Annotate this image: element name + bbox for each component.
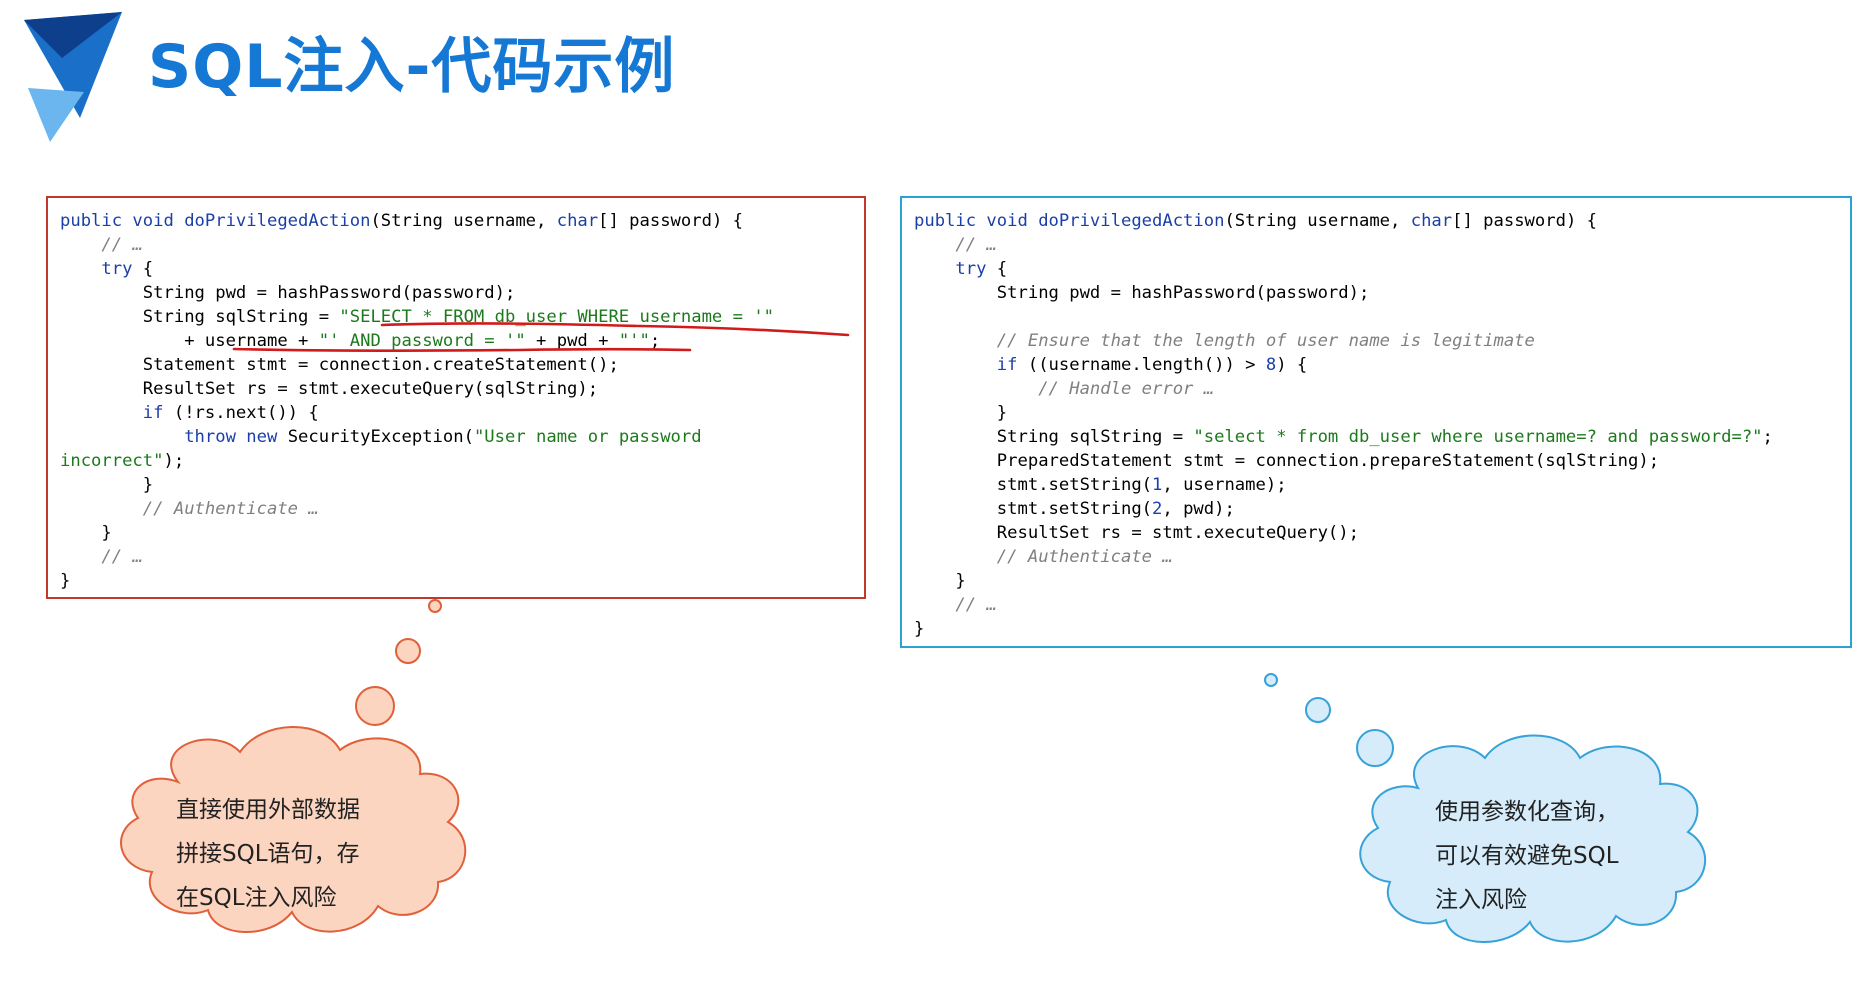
safe-code-panel: public void doPrivilegedAction(String us… bbox=[900, 196, 1852, 648]
safe-code: public void doPrivilegedAction(String us… bbox=[914, 211, 1773, 639]
vulnerable-code-panel: public void doPrivilegedAction(String us… bbox=[46, 196, 866, 599]
solution-callout-text: 使用参数化查询， 可以有效避免SQL 注入风险 bbox=[1435, 799, 1619, 913]
vulnerable-code: public void doPrivilegedAction(String us… bbox=[60, 211, 775, 591]
page-title: SQL注入-代码示例 bbox=[148, 32, 676, 102]
risk-callout-text: 直接使用外部数据 拼接SQL语句，存 在SQL注入风险 bbox=[176, 797, 360, 911]
logo-icon bbox=[24, 12, 122, 142]
